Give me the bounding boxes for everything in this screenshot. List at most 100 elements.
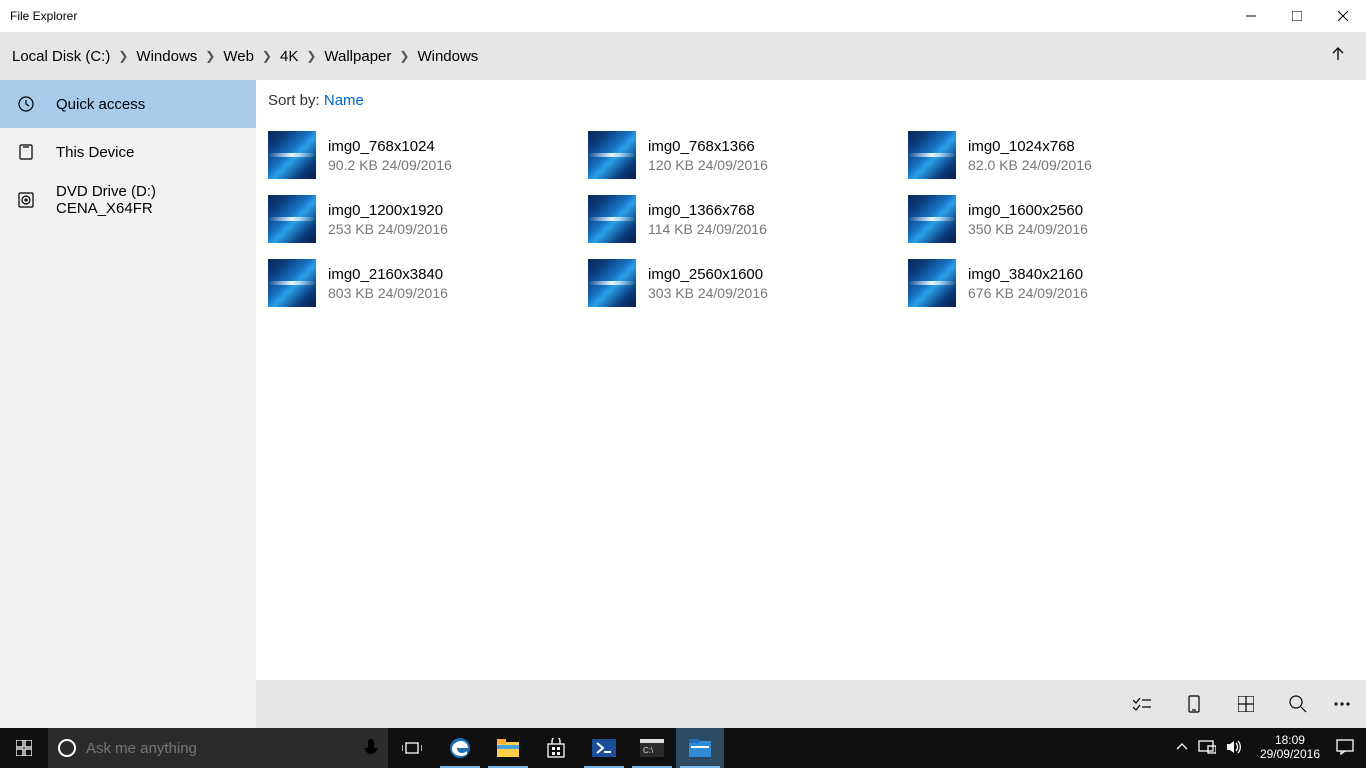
titlebar: File Explorer [0, 0, 1366, 32]
file-name: img0_1200x1920 [328, 201, 448, 221]
image-thumbnail-icon [908, 131, 956, 179]
chevron-right-icon: ❯ [304, 49, 318, 63]
taskbar-app-file-explorer[interactable] [484, 728, 532, 768]
file-subtext: 803 KB24/09/2016 [328, 285, 448, 301]
breadcrumb-item[interactable]: Wallpaper [324, 48, 391, 65]
breadcrumb-item[interactable]: 4K [280, 48, 298, 65]
file-name: img0_2560x1600 [648, 265, 768, 285]
sidebar-item-this-device[interactable]: This Device [0, 128, 256, 176]
action-center-icon[interactable] [1336, 739, 1354, 758]
sidebar-item-label: DVD Drive (D:) CENA_X64FR [56, 183, 256, 217]
file-name: img0_768x1366 [648, 137, 768, 157]
chevron-right-icon: ❯ [260, 49, 274, 63]
device-icon [18, 144, 34, 160]
file-subtext: 350 KB24/09/2016 [968, 221, 1088, 237]
file-item[interactable]: img0_1366x768 114 KB24/09/2016 [588, 187, 908, 251]
breadcrumb-bar: Local Disk (C:) ❯ Windows ❯ Web ❯ 4K ❯ W… [0, 32, 1366, 80]
file-item[interactable]: img0_1200x1920 253 KB24/09/2016 [268, 187, 588, 251]
clock-date: 29/09/2016 [1260, 748, 1320, 762]
file-name: img0_1024x768 [968, 137, 1092, 157]
taskbar-search[interactable] [48, 728, 388, 768]
file-name: img0_1366x768 [648, 201, 767, 221]
file-grid: img0_768x1024 90.2 KB24/09/2016 img0_768… [268, 123, 1366, 315]
image-thumbnail-icon [268, 131, 316, 179]
system-tray: 18:09 29/09/2016 [1170, 728, 1360, 768]
up-arrow-button[interactable] [1322, 47, 1354, 65]
sidebar-item-dvd-drive[interactable]: DVD Drive (D:) CENA_X64FR [0, 176, 256, 224]
image-thumbnail-icon [908, 259, 956, 307]
sidebar-item-label: This Device [56, 144, 134, 161]
network-icon[interactable] [1198, 740, 1216, 757]
bottom-command-bar [0, 680, 1366, 728]
chevron-right-icon: ❯ [397, 49, 411, 63]
chevron-right-icon: ❯ [116, 49, 130, 63]
file-subtext: 303 KB24/09/2016 [648, 285, 768, 301]
file-item[interactable]: img0_3840x2160 676 KB24/09/2016 [908, 251, 1228, 315]
maximize-button[interactable] [1274, 0, 1320, 32]
microphone-icon[interactable] [364, 738, 378, 758]
sort-row[interactable]: Sort by: Name [268, 92, 1366, 109]
taskbar-app-cmd[interactable]: C:\ [628, 728, 676, 768]
close-button[interactable] [1320, 0, 1366, 32]
image-thumbnail-icon [908, 195, 956, 243]
file-item[interactable]: img0_1600x2560 350 KB24/09/2016 [908, 187, 1228, 251]
sidebar: Quick access This Device DVD Drive (D:) … [0, 80, 256, 680]
taskbar-clock[interactable]: 18:09 29/09/2016 [1254, 734, 1326, 762]
svg-text:C:\: C:\ [643, 746, 654, 755]
breadcrumb-item[interactable]: Local Disk (C:) [12, 48, 110, 65]
file-item[interactable]: img0_768x1024 90.2 KB24/09/2016 [268, 123, 588, 187]
task-view-button[interactable] [388, 728, 436, 768]
select-toggle-button[interactable] [1118, 680, 1166, 728]
file-name: img0_1600x2560 [968, 201, 1088, 221]
window-title: File Explorer [10, 9, 77, 23]
image-thumbnail-icon [268, 259, 316, 307]
taskbar-app-edge[interactable] [436, 728, 484, 768]
clock-time: 18:09 [1260, 734, 1320, 748]
taskbar-search-input[interactable] [86, 740, 354, 757]
search-button[interactable] [1274, 680, 1322, 728]
chevron-right-icon: ❯ [203, 49, 217, 63]
breadcrumb-item[interactable]: Windows [136, 48, 197, 65]
file-name: img0_768x1024 [328, 137, 452, 157]
show-desktop-button[interactable] [1360, 728, 1366, 768]
breadcrumb-item[interactable]: Windows [417, 48, 478, 65]
file-subtext: 676 KB24/09/2016 [968, 285, 1088, 301]
breadcrumb-item[interactable]: Web [223, 48, 254, 65]
file-item[interactable]: img0_768x1366 120 KB24/09/2016 [588, 123, 908, 187]
sidebar-filler [0, 680, 256, 728]
more-button[interactable] [1326, 680, 1358, 728]
phone-view-button[interactable] [1170, 680, 1218, 728]
disc-icon [18, 192, 34, 208]
image-thumbnail-icon [588, 131, 636, 179]
breadcrumb: Local Disk (C:) ❯ Windows ❯ Web ❯ 4K ❯ W… [12, 48, 1322, 65]
image-thumbnail-icon [268, 195, 316, 243]
file-content-area: Sort by: Name img0_768x1024 90.2 KB24/09… [256, 80, 1366, 680]
taskbar-app-store[interactable] [532, 728, 580, 768]
file-item[interactable]: img0_1024x768 82.0 KB24/09/2016 [908, 123, 1228, 187]
file-item[interactable]: img0_2160x3840 803 KB24/09/2016 [268, 251, 588, 315]
image-thumbnail-icon [588, 259, 636, 307]
clock-icon [18, 96, 34, 112]
sidebar-item-quick-access[interactable]: Quick access [0, 80, 256, 128]
file-subtext: 90.2 KB24/09/2016 [328, 157, 452, 173]
file-subtext: 82.0 KB24/09/2016 [968, 157, 1092, 173]
tray-overflow-button[interactable] [1176, 742, 1188, 755]
taskbar-app-powershell[interactable] [580, 728, 628, 768]
grid-view-button[interactable] [1222, 680, 1270, 728]
sort-label: Sort by: [268, 92, 320, 109]
sidebar-item-label: Quick access [56, 96, 145, 113]
taskbar: C:\ 18:09 29/09/2016 [0, 728, 1366, 768]
file-name: img0_2160x3840 [328, 265, 448, 285]
start-button[interactable] [0, 728, 48, 768]
file-subtext: 120 KB24/09/2016 [648, 157, 768, 173]
cortana-icon [58, 739, 76, 757]
file-item[interactable]: img0_2560x1600 303 KB24/09/2016 [588, 251, 908, 315]
volume-icon[interactable] [1226, 740, 1244, 757]
minimize-button[interactable] [1228, 0, 1274, 32]
file-subtext: 114 KB24/09/2016 [648, 221, 767, 237]
file-name: img0_3840x2160 [968, 265, 1088, 285]
taskbar-app-file-explorer-uwp[interactable] [676, 728, 724, 768]
file-subtext: 253 KB24/09/2016 [328, 221, 448, 237]
sort-value[interactable]: Name [324, 92, 364, 109]
image-thumbnail-icon [588, 195, 636, 243]
